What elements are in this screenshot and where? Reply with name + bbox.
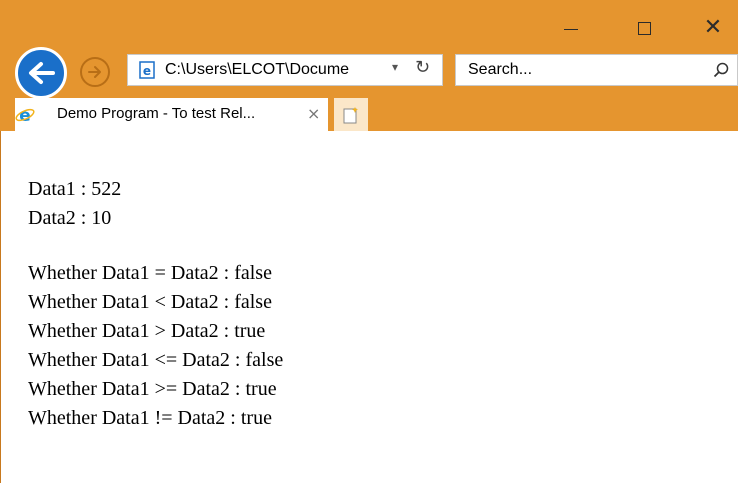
comparison-less: Whether Data1 < Data2 : false xyxy=(28,291,272,313)
svg-text:e: e xyxy=(19,106,31,125)
tab-close-icon[interactable]: × xyxy=(307,104,320,123)
page-icon: e xyxy=(139,61,155,79)
comparison-greater-equal: Whether Data1 >= Data2 : true xyxy=(28,378,277,400)
comparison-greater: Whether Data1 > Data2 : true xyxy=(28,320,266,342)
minimize-button[interactable] xyxy=(548,13,594,43)
minimize-icon xyxy=(564,28,578,30)
comparison-less-equal: Whether Data1 <= Data2 : false xyxy=(28,349,284,371)
data2-line: Data2 : 10 xyxy=(28,207,112,229)
address-bar[interactable]: e C:\Users\ELCOT\Docume ▾ ↻ xyxy=(127,54,443,86)
new-tab-icon xyxy=(343,106,358,123)
tab-demo-program[interactable]: e Demo Program - To test Rel... × xyxy=(15,98,328,131)
tab-title: Demo Program - To test Rel... xyxy=(57,105,256,122)
close-window-button[interactable]: ✕ xyxy=(690,13,736,43)
back-arrow-icon xyxy=(29,62,55,84)
forward-button[interactable] xyxy=(80,57,110,87)
new-tab-button[interactable] xyxy=(334,98,368,131)
forward-arrow-icon xyxy=(88,66,101,78)
page-content: Data1 : 522 Data2 : 10 Whether Data1 = D… xyxy=(28,175,283,433)
maximize-button[interactable] xyxy=(621,13,667,43)
back-button[interactable] xyxy=(15,47,67,99)
address-text[interactable]: C:\Users\ELCOT\Docume xyxy=(165,61,387,79)
maximize-icon xyxy=(637,21,651,35)
search-input[interactable]: Search... xyxy=(468,61,532,79)
ie-icon: e xyxy=(15,106,35,125)
data1-line: Data1 : 522 xyxy=(28,178,122,200)
address-dropdown-icon[interactable]: ▾ xyxy=(392,60,398,74)
refresh-icon[interactable]: ↻ xyxy=(415,57,430,78)
search-box[interactable]: Search... xyxy=(455,54,738,86)
browser-chrome: ✕ e C:\Users\ELCOT\Docume ▾ ↻ Search... … xyxy=(0,0,738,131)
magnifier-icon[interactable] xyxy=(713,62,729,78)
window-border xyxy=(0,131,1,483)
svg-text:e: e xyxy=(143,64,151,78)
comparison-not-equal: Whether Data1 != Data2 : true xyxy=(28,407,272,429)
comparison-equal: Whether Data1 = Data2 : false xyxy=(28,262,272,284)
close-icon: ✕ xyxy=(703,15,723,40)
